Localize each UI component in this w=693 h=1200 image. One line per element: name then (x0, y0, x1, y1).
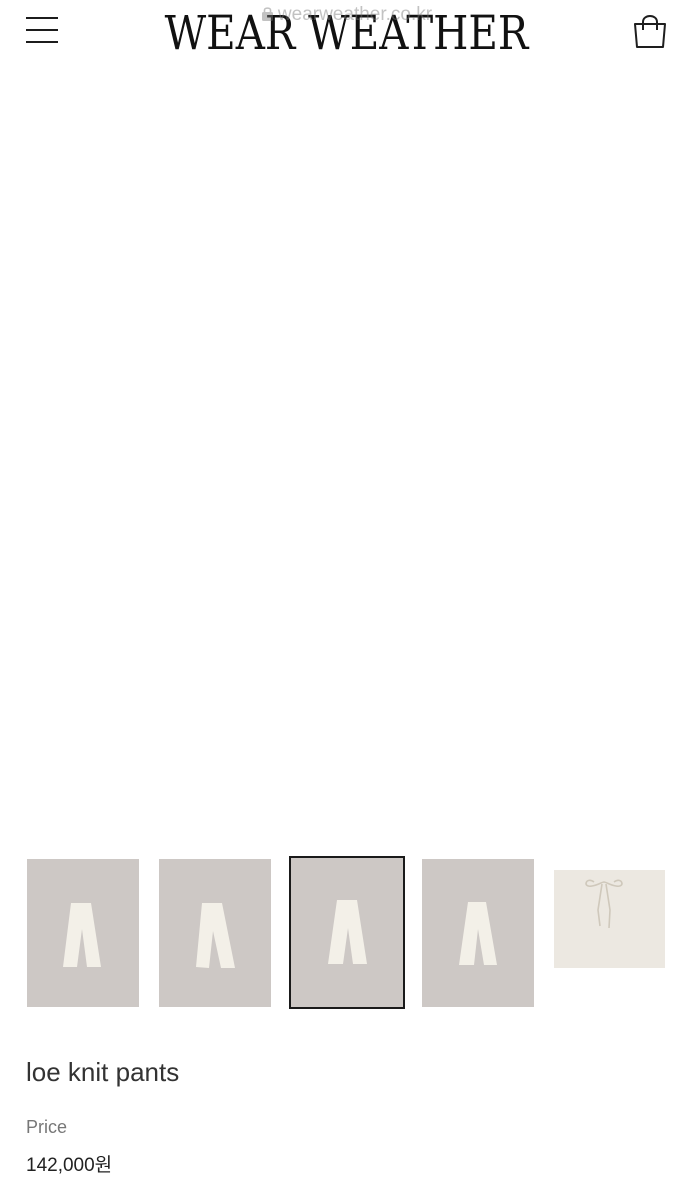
thumbnail-image (196, 903, 235, 968)
chevron-left-icon (64, 389, 87, 435)
price-label: Price (26, 1117, 68, 1137)
chevron-right-icon (605, 389, 630, 435)
thumbnail-image (459, 902, 497, 965)
product-name: loe knit pants (26, 1057, 180, 1087)
thumbnail-strip (0, 856, 693, 1010)
price-value: 142,000원 (26, 1155, 113, 1176)
thumbnail-image (63, 903, 101, 967)
thumbnail-1[interactable] (27, 859, 139, 1007)
next-image-button[interactable] (598, 382, 638, 442)
thumbnail-4[interactable] (422, 859, 534, 1007)
main-product-image (26, 0, 667, 839)
thumbnail-image (554, 870, 665, 968)
thumbnail-3[interactable] (289, 856, 405, 1009)
thumbnail-5[interactable] (554, 870, 665, 968)
lock-icon (261, 7, 273, 21)
thumbnail-image (328, 900, 367, 964)
shopping-bag-icon (634, 15, 666, 48)
browser-url: wearweather.co.kr (0, 4, 693, 26)
url-text: wearweather.co.kr (277, 4, 433, 25)
previous-image-button[interactable] (58, 382, 98, 442)
thumbnail-2[interactable] (159, 859, 271, 1007)
site-header: WEAR WEATHER wearweather.co.kr (0, 0, 693, 64)
product-image-gallery (26, 0, 667, 839)
cart-button[interactable] (630, 12, 670, 52)
